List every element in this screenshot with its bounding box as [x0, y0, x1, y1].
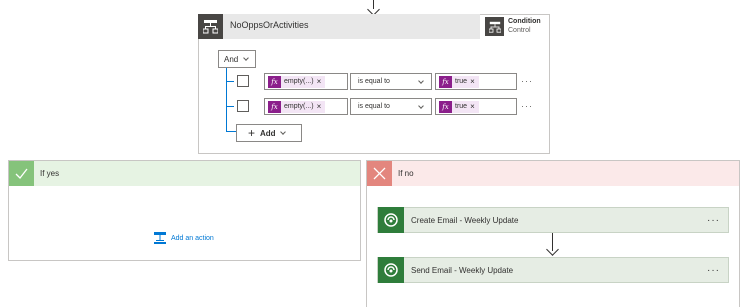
expression-token[interactable]: fx true ×: [439, 100, 479, 113]
chevron-down-icon: [418, 77, 424, 84]
row-more-icon[interactable]: ···: [521, 76, 533, 86]
remove-token-icon[interactable]: ×: [317, 102, 322, 111]
expression-token[interactable]: fx empty(...) ×: [268, 75, 326, 88]
if-yes-title: If yes: [40, 169, 60, 178]
more-options-icon[interactable]: ···: [707, 215, 720, 226]
expression-token-label: empty(...): [284, 78, 314, 85]
action-title: Create Email - Weekly Update: [411, 215, 519, 225]
if-no-title: If no: [398, 169, 414, 178]
condition-left-field[interactable]: fx empty(...) ×: [264, 98, 348, 115]
tree-connector: [226, 68, 227, 131]
condition-title[interactable]: NoOppsOrActivities: [230, 20, 309, 30]
row-more-icon[interactable]: ···: [521, 101, 533, 111]
condition-right-field[interactable]: fx true ×: [435, 98, 517, 115]
action-card-send-email[interactable]: Send Email - Weekly Update ···: [377, 257, 729, 283]
expression-token-label: true: [455, 78, 468, 85]
dataverse-icon: [378, 207, 404, 233]
group-operator-select[interactable]: And: [218, 50, 256, 68]
action-card-create-email[interactable]: Create Email - Weekly Update ···: [377, 207, 729, 233]
add-an-action-link[interactable]: Add an action: [154, 232, 214, 244]
group-operator-label: And: [224, 54, 239, 64]
remove-token-icon[interactable]: ×: [470, 77, 475, 86]
remove-token-icon[interactable]: ×: [470, 102, 475, 111]
fx-icon: fx: [439, 75, 452, 88]
expression-token-label: empty(...): [284, 103, 314, 110]
add-action-icon: [154, 232, 166, 244]
add-row-button[interactable]: + Add: [236, 124, 302, 142]
condition-type-sub: Control: [508, 27, 531, 34]
condition-right-field[interactable]: fx true ×: [435, 73, 517, 90]
tree-connector-branch: [226, 106, 234, 107]
add-an-action-label: Add an action: [171, 234, 214, 242]
close-icon: [367, 161, 392, 186]
fx-icon: fx: [268, 100, 281, 113]
if-yes-header[interactable]: [9, 161, 360, 186]
fx-icon: fx: [268, 75, 281, 88]
condition-icon: [198, 14, 223, 39]
more-options-icon[interactable]: ···: [707, 265, 720, 276]
operator-select[interactable]: is equal to: [350, 73, 432, 90]
add-row-label: Add: [260, 128, 276, 138]
expression-token[interactable]: fx empty(...) ×: [268, 100, 326, 113]
expression-token-label: true: [455, 103, 468, 110]
condition-type-icon: [485, 17, 504, 36]
checkmark-icon: [9, 161, 34, 186]
expression-token[interactable]: fx true ×: [439, 75, 479, 88]
row-checkbox[interactable]: [237, 75, 249, 87]
action-title: Send Email - Weekly Update: [411, 265, 514, 275]
fx-icon: fx: [439, 100, 452, 113]
operator-label: is equal to: [358, 103, 390, 110]
remove-token-icon[interactable]: ×: [317, 77, 322, 86]
tree-connector-branch: [226, 81, 234, 82]
chevron-down-icon: [418, 102, 424, 109]
tree-connector-branch: [226, 131, 236, 132]
operator-select[interactable]: is equal to: [350, 98, 432, 115]
condition-left-field[interactable]: fx empty(...) ×: [264, 73, 348, 90]
dataverse-icon: [378, 257, 404, 283]
operator-label: is equal to: [358, 78, 390, 85]
condition-type-name: Condition: [508, 18, 541, 25]
condition-type-label: Condition Control: [508, 17, 541, 35]
row-checkbox[interactable]: [237, 100, 249, 112]
plus-icon: +: [248, 126, 256, 140]
chevron-down-icon: [243, 55, 250, 61]
chevron-down-icon: [279, 129, 286, 135]
if-no-header[interactable]: [367, 161, 739, 186]
